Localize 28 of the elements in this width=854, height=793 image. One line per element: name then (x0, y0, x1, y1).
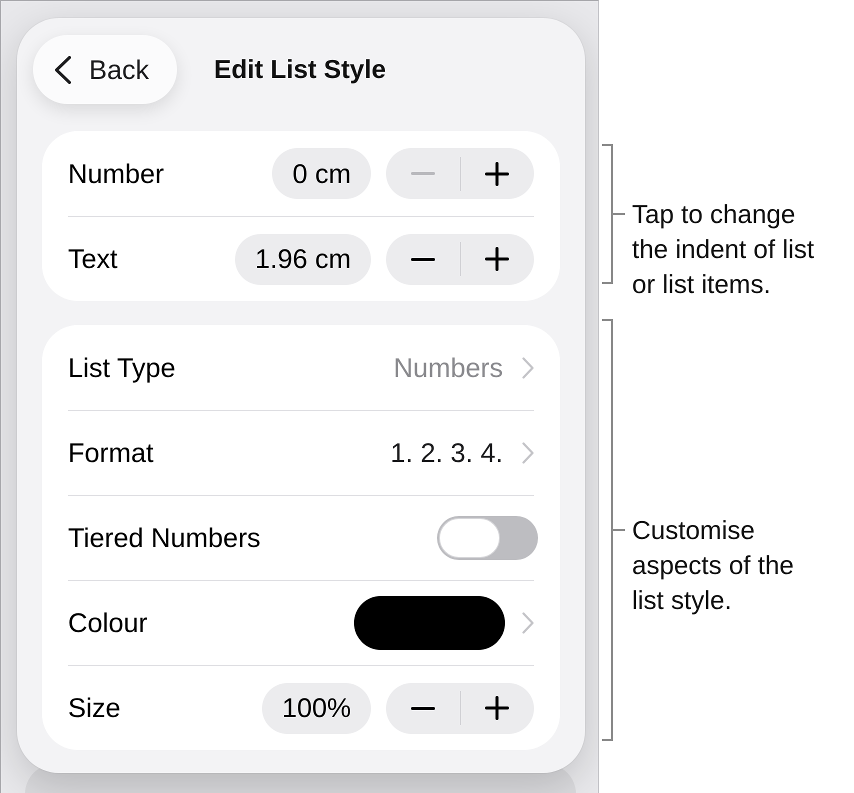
row-label: Text (68, 244, 118, 274)
value-field[interactable]: 100% (262, 682, 371, 734)
row-label: Colour (68, 608, 148, 638)
minus-icon (410, 258, 435, 260)
row-label: Format (68, 438, 154, 468)
back-button[interactable]: Back (33, 35, 178, 104)
value-field[interactable]: 0 cm (272, 148, 371, 199)
callout-text: Tap to change the indent of list or list items. (632, 198, 816, 300)
color-swatch-icon[interactable] (354, 596, 505, 650)
callout-text: Customise aspects of the list style. (632, 514, 795, 616)
minus-icon (410, 706, 435, 710)
chevron-icon (522, 356, 534, 378)
plus-icon (485, 162, 510, 186)
minus-icon (410, 172, 435, 175)
plus-icon (485, 696, 510, 720)
row-value: 1. 2. 3. 4. (390, 438, 503, 468)
value-field[interactable]: 1.96 cm (234, 234, 371, 284)
row-label: Tiered Numbers (68, 523, 261, 553)
row-label: List Type (68, 352, 176, 382)
popover-title: Edit List Style (214, 54, 386, 85)
chevron-icon (522, 442, 534, 464)
chevron-icon (522, 612, 534, 634)
plus-icon (485, 247, 510, 271)
chevron-left-icon (55, 56, 71, 84)
row-label: Size (68, 693, 121, 723)
toggle-switch[interactable] (437, 516, 538, 560)
row-value: Numbers (393, 352, 503, 382)
row-label: Number (68, 158, 164, 188)
